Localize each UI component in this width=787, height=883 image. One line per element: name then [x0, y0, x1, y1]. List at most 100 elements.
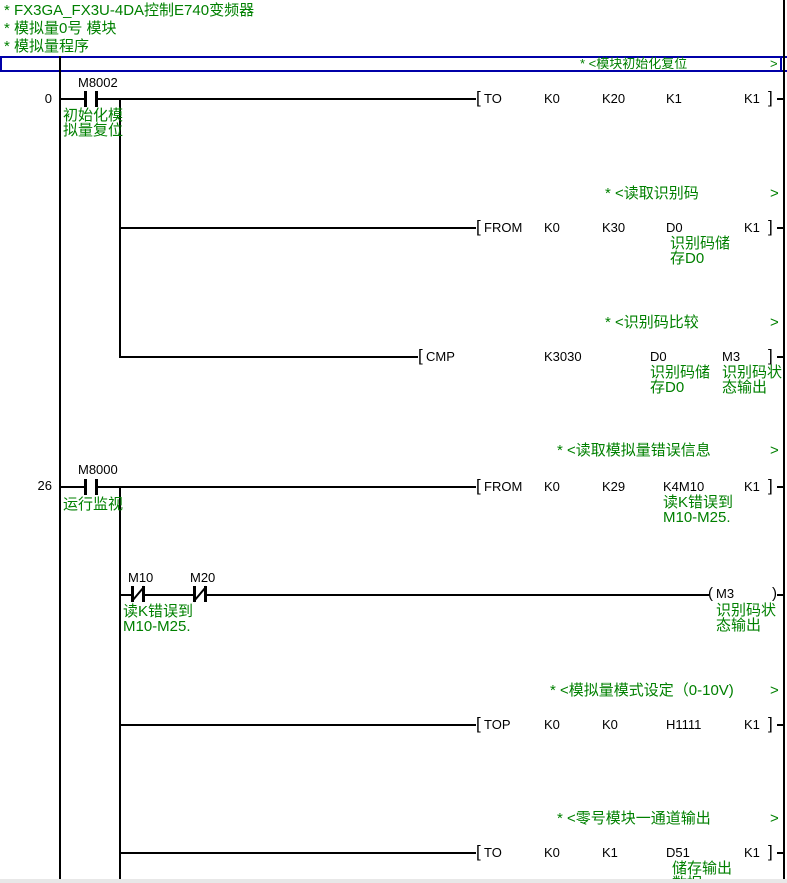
section-arrow: > — [770, 683, 779, 699]
branch-line — [119, 486, 121, 883]
section-comment-read-id: * <读取识别码 — [605, 186, 699, 202]
contact-bar — [95, 479, 98, 495]
instruction-close-bracket: ] — [768, 479, 773, 493]
operand-comment: 识别码储 存D0 — [650, 365, 710, 395]
instruction-opcode: FROM — [484, 221, 522, 235]
instruction-opcode: TO — [484, 846, 502, 860]
rung-line — [777, 852, 783, 854]
contact-bar — [84, 479, 87, 495]
instruction-close-bracket: ] — [768, 717, 773, 731]
instruction-operand: K0 — [602, 718, 618, 732]
instruction-operand: K1 — [744, 718, 760, 732]
operand-comment: 识别码储 存D0 — [670, 236, 730, 266]
contact-name: M8000 — [78, 463, 118, 477]
instruction-operand: K20 — [602, 92, 625, 106]
section-arrow: > — [770, 315, 779, 331]
instruction-operand: D0 — [666, 221, 683, 235]
section-comment-ch1-out: * <零号模块一通道输出 — [557, 811, 711, 827]
instruction-operand: D51 — [666, 846, 690, 860]
instruction-operand: K1 — [666, 92, 682, 106]
contact-name: M10 — [128, 571, 153, 585]
left-power-rail — [59, 56, 61, 883]
instruction-operand: K29 — [602, 480, 625, 494]
no-contact-m8002[interactable] — [84, 91, 98, 107]
instruction-operand: K0 — [544, 92, 560, 106]
coil-open-paren: ( — [708, 587, 713, 601]
instruction-operand: K1 — [744, 480, 760, 494]
bottom-row-edge — [0, 879, 787, 883]
module-comment: * 模拟量0号 模块 — [4, 21, 117, 37]
instruction-operand: K4M10 — [663, 480, 704, 494]
nc-contact-m20[interactable] — [193, 586, 207, 602]
banner-right-edge — [780, 56, 782, 72]
instruction-operand: K0 — [544, 221, 560, 235]
rung-line — [777, 356, 783, 358]
rung-line — [777, 486, 783, 488]
rung-line — [61, 98, 476, 100]
contact-bar — [84, 91, 87, 107]
rung-number: 0 — [8, 92, 52, 106]
right-power-rail — [783, 0, 785, 883]
rung-line — [777, 594, 783, 596]
section-comment-read-err: * <读取模拟量错误信息 — [557, 443, 711, 459]
section-arrow: > — [770, 443, 779, 459]
rung-line — [777, 724, 783, 726]
rung-line — [119, 227, 476, 229]
instruction-operand: K0 — [544, 846, 560, 860]
no-contact-m8000[interactable] — [84, 479, 98, 495]
instruction-operand: M3 — [722, 350, 740, 364]
operand-comment: 识别码状 态输出 — [722, 365, 782, 395]
nc-contact-m10[interactable] — [131, 586, 145, 602]
operand-comment: 读K错误到 M10-M25. — [663, 495, 733, 525]
contact-bar — [95, 91, 98, 107]
instruction-operand: K1 — [602, 846, 618, 860]
instruction-open-bracket: [ — [476, 220, 481, 234]
coil-close-paren: ) — [772, 587, 777, 601]
instruction-open-bracket: [ — [418, 349, 423, 363]
operand-comment: 识别码状 态输出 — [716, 603, 776, 633]
instruction-open-bracket: [ — [476, 717, 481, 731]
rung-number: 26 — [8, 479, 52, 493]
section-arrow: > — [770, 811, 779, 827]
instruction-operand: K0 — [544, 480, 560, 494]
ladder-editor-view: * FX3GA_FX3U-4DA控制E740变频器 * 模拟量0号 模块 * 模… — [0, 0, 787, 883]
program-title-comment: * FX3GA_FX3U-4DA控制E740变频器 — [4, 3, 254, 19]
contact-comment: 读K错误到 M10-M25. — [123, 604, 193, 634]
instruction-open-bracket: [ — [476, 479, 481, 493]
instruction-opcode: FROM — [484, 480, 522, 494]
instruction-operand: K1 — [744, 846, 760, 860]
instruction-close-bracket: ] — [768, 349, 773, 363]
rung-line — [777, 98, 783, 100]
instruction-operand: H1111 — [666, 718, 701, 732]
program-comment: * 模拟量程序 — [4, 39, 89, 55]
section-comment-cmp-id: * <识别码比较 — [605, 315, 699, 331]
instruction-open-bracket: [ — [476, 845, 481, 859]
rung-line — [119, 356, 418, 358]
rung-line — [119, 852, 476, 854]
instruction-close-bracket: ] — [768, 220, 773, 234]
instruction-operand: K1 — [744, 92, 760, 106]
instruction-open-bracket: [ — [476, 91, 481, 105]
rung-line — [61, 486, 476, 488]
rung-line — [777, 227, 783, 229]
instruction-opcode: TO — [484, 92, 502, 106]
instruction-opcode: TOP — [484, 718, 511, 732]
instruction-operand: K30 — [602, 221, 625, 235]
banner-left-edge — [0, 56, 2, 72]
contact-name: M8002 — [78, 76, 118, 90]
section-arrow: > — [770, 186, 779, 202]
instruction-operand: D0 — [650, 350, 667, 364]
section-banner-init: * <模块初始化复位 — [580, 57, 687, 70]
instruction-close-bracket: ] — [768, 91, 773, 105]
contact-name: M20 — [190, 571, 215, 585]
instruction-close-bracket: ] — [768, 845, 773, 859]
rung-line — [119, 594, 709, 596]
instruction-operand: K3030 — [544, 350, 582, 364]
coil-device-name: M3 — [716, 587, 734, 601]
section-banner-init-arrow: > — [770, 57, 778, 70]
instruction-operand: K1 — [744, 221, 760, 235]
instruction-opcode: CMP — [426, 350, 455, 364]
rung-line — [119, 724, 476, 726]
instruction-operand: K0 — [544, 718, 560, 732]
section-comment-mode-set: * <模拟量模式设定（0-10V) — [550, 683, 734, 699]
